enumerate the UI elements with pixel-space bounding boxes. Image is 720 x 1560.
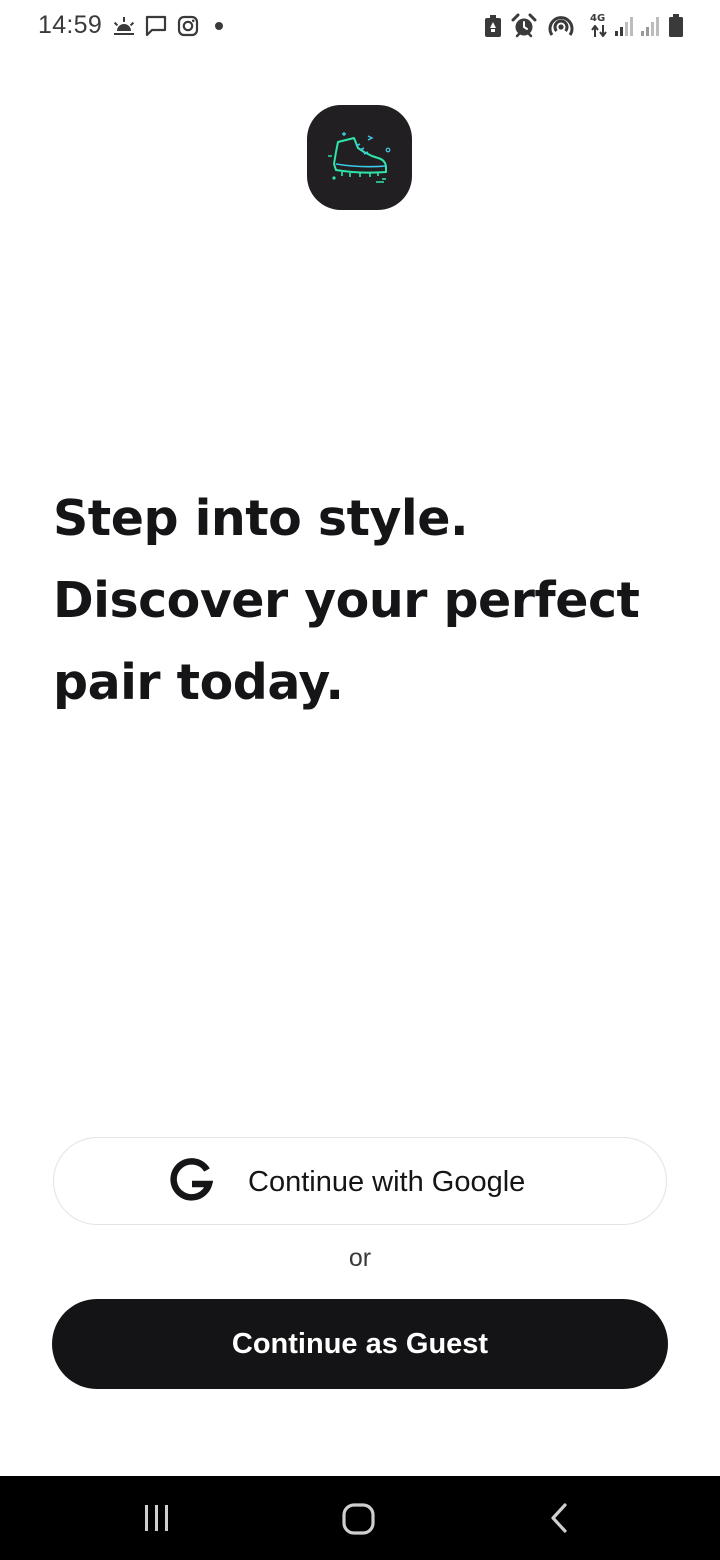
google-button-label: Continue with Google — [248, 1166, 526, 1198]
shoe-icon — [327, 131, 390, 183]
app-logo — [307, 105, 412, 210]
notification-dot-icon — [215, 22, 223, 30]
hotspot-icon — [548, 16, 574, 36]
home-icon[interactable] — [341, 1502, 377, 1536]
network-label: 4G — [590, 13, 606, 24]
signal-icon — [615, 17, 633, 36]
google-icon — [170, 1158, 213, 1201]
welcome-screen: 14:59 4G Step into style. Discover your … — [0, 0, 720, 1560]
battery-saver-icon — [485, 15, 501, 37]
headline: Step into style. Discover your perfect p… — [53, 478, 673, 724]
status-time: 14:59 — [38, 11, 103, 39]
guest-button-label: Continue as Guest — [231, 1327, 489, 1360]
message-icon — [145, 15, 167, 37]
weather-icon — [113, 17, 135, 35]
back-icon[interactable] — [546, 1502, 572, 1534]
headline-line-2: Discover your perfect — [53, 572, 640, 629]
instagram-icon — [177, 15, 199, 37]
battery-icon — [669, 14, 683, 37]
navigation-bar — [0, 1476, 720, 1560]
continue-with-google-button[interactable]: Continue with Google — [53, 1137, 667, 1225]
alarm-icon — [511, 13, 537, 38]
or-divider: or — [348, 1244, 372, 1272]
signal-icon — [641, 17, 659, 36]
status-bar: 14:59 4G — [0, 0, 720, 54]
continue-as-guest-button[interactable]: Continue as Guest — [52, 1299, 668, 1389]
4g-data-icon: 4G — [590, 13, 608, 39]
headline-line-1: Step into style. — [53, 490, 469, 547]
recent-apps-icon[interactable] — [141, 1502, 173, 1534]
headline-line-3: pair today. — [53, 654, 344, 711]
